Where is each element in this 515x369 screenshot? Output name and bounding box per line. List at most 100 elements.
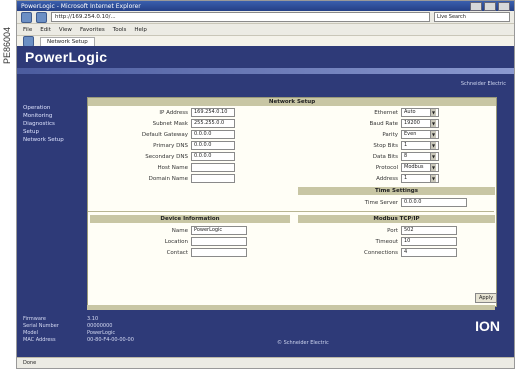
field-label: Ethernet bbox=[374, 109, 398, 116]
field-row: Host Name bbox=[88, 163, 235, 172]
modbus-connections-field[interactable]: 4 bbox=[401, 248, 457, 257]
info-label: Model bbox=[23, 330, 39, 336]
brand-logo: PowerLogic bbox=[25, 49, 108, 65]
select-value: 1 bbox=[404, 175, 408, 181]
protocol-select[interactable]: Modbus ▼ bbox=[401, 163, 439, 172]
nav-item-operation[interactable]: Operation bbox=[23, 104, 83, 112]
search-input[interactable]: Live Search bbox=[434, 12, 510, 22]
chevron-down-icon: ▼ bbox=[430, 164, 436, 171]
close-button[interactable] bbox=[498, 1, 510, 11]
parity-select[interactable]: Even ▼ bbox=[401, 130, 439, 139]
panel-footer-strip bbox=[87, 305, 495, 310]
copyright-text: © Schneider Electric bbox=[277, 340, 329, 346]
maximize-button[interactable] bbox=[484, 1, 496, 11]
nav-item-network-setup[interactable]: Network Setup bbox=[23, 136, 83, 144]
settings-panel: Network Setup IP Address 169.254.0.10 Su… bbox=[87, 97, 497, 307]
menu-help[interactable]: Help bbox=[134, 27, 147, 33]
modbus-port-field[interactable]: 502 bbox=[401, 226, 457, 235]
field-label: Primary DNS bbox=[153, 142, 188, 149]
title-bar: PowerLogic - Microsoft Internet Explorer bbox=[17, 1, 514, 11]
divider bbox=[88, 211, 494, 212]
field-label: Domain Name bbox=[148, 175, 188, 182]
field-label: Baud Rate bbox=[369, 120, 398, 127]
menu-tools[interactable]: Tools bbox=[113, 27, 127, 33]
field-label: Host Name bbox=[157, 164, 189, 171]
nav-item-monitoring[interactable]: Monitoring bbox=[23, 112, 83, 120]
chevron-down-icon: ▼ bbox=[430, 131, 436, 138]
device-info-labels: Firmware Serial Number Model MAC Address bbox=[23, 316, 59, 344]
select-value: 1 bbox=[404, 142, 408, 148]
device-contact-field[interactable] bbox=[191, 248, 247, 257]
field-label: Secondary DNS bbox=[145, 153, 188, 160]
address-select[interactable]: 1 ▼ bbox=[401, 174, 439, 183]
field-row: Primary DNS 0.0.0.0 bbox=[88, 141, 235, 150]
menu-edit[interactable]: Edit bbox=[40, 27, 51, 33]
field-label: Stop Bits bbox=[373, 142, 398, 149]
field-row: Domain Name bbox=[88, 174, 235, 183]
baud-rate-select[interactable]: 19200 ▼ bbox=[401, 119, 439, 128]
domain-name-field[interactable] bbox=[191, 174, 235, 183]
field-label: Location bbox=[164, 238, 188, 245]
page-content: PowerLogic Schneider Electric Operation … bbox=[17, 46, 514, 358]
field-row: Parity Even ▼ bbox=[298, 130, 439, 139]
field-label: Default Gateway bbox=[141, 131, 188, 138]
field-label: Port bbox=[387, 227, 398, 234]
field-row: Connections 4 bbox=[298, 248, 457, 257]
field-label: Address bbox=[376, 175, 398, 182]
field-label: Protocol bbox=[375, 164, 398, 171]
device-location-field[interactable] bbox=[191, 237, 247, 246]
tab-network-setup[interactable]: Network Setup bbox=[40, 36, 95, 47]
info-value: 00000000 bbox=[87, 323, 113, 329]
field-row: Data Bits 8 ▼ bbox=[298, 152, 439, 161]
data-bits-select[interactable]: 8 ▼ bbox=[401, 152, 439, 161]
apply-button[interactable]: Apply bbox=[475, 293, 497, 303]
field-row: IP Address 169.254.0.10 bbox=[88, 108, 235, 117]
device-info-values: 3.10 00000000 PowerLogic 00-80-F4-00-00-… bbox=[87, 316, 134, 344]
field-row: Stop Bits 1 ▼ bbox=[298, 141, 439, 150]
field-label: Name bbox=[171, 227, 188, 234]
address-field[interactable]: http://169.254.0.10/... bbox=[51, 12, 430, 22]
chevron-down-icon: ▼ bbox=[430, 175, 436, 182]
field-label: IP Address bbox=[159, 109, 188, 116]
forward-icon[interactable] bbox=[36, 11, 47, 23]
host-name-field[interactable] bbox=[191, 163, 235, 172]
info-value: 3.10 bbox=[87, 316, 99, 322]
select-value: Auto bbox=[404, 109, 416, 115]
status-bar: Done bbox=[17, 357, 514, 368]
field-label: Time Server bbox=[364, 199, 398, 206]
field-row: Address 1 ▼ bbox=[298, 174, 439, 183]
field-label: Contact bbox=[166, 249, 188, 256]
subnet-mask-field[interactable]: 255.255.0.0 bbox=[191, 119, 235, 128]
field-row: Time Server 0.0.0.0 bbox=[298, 198, 467, 207]
time-server-field[interactable]: 0.0.0.0 bbox=[401, 198, 467, 207]
section-time-settings: Time Settings bbox=[298, 187, 495, 195]
select-value: Even bbox=[404, 131, 417, 137]
back-icon[interactable] bbox=[21, 11, 32, 23]
field-row: Baud Rate 19200 ▼ bbox=[298, 119, 439, 128]
ip-address-field[interactable]: 169.254.0.10 bbox=[191, 108, 235, 117]
section-modbus: Modbus TCP/IP bbox=[298, 215, 495, 223]
select-value: 19200 bbox=[404, 120, 420, 126]
menu-file[interactable]: File bbox=[23, 27, 32, 33]
window-title: PowerLogic - Microsoft Internet Explorer bbox=[21, 2, 141, 10]
nav-item-diagnostics[interactable]: Diagnostics bbox=[23, 120, 83, 128]
gateway-field[interactable]: 0.0.0.0 bbox=[191, 130, 235, 139]
info-value: 00-80-F4-00-00-00 bbox=[87, 337, 134, 343]
figure-id-label: PE86004 bbox=[2, 26, 12, 64]
stop-bits-select[interactable]: 1 ▼ bbox=[401, 141, 439, 150]
secondary-dns-field[interactable]: 0.0.0.0 bbox=[191, 152, 235, 161]
modbus-timeout-field[interactable]: 10 bbox=[401, 237, 457, 246]
field-label: Timeout bbox=[375, 238, 398, 245]
menu-favorites[interactable]: Favorites bbox=[80, 27, 105, 33]
menu-view[interactable]: View bbox=[59, 27, 72, 33]
ethernet-select[interactable]: Auto ▼ bbox=[401, 108, 439, 117]
primary-dns-field[interactable]: 0.0.0.0 bbox=[191, 141, 235, 150]
device-name-field[interactable]: PowerLogic bbox=[191, 226, 247, 235]
nav-item-setup[interactable]: Setup bbox=[23, 128, 83, 136]
field-row: Port 502 bbox=[298, 226, 457, 235]
section-device-information: Device Information bbox=[90, 215, 290, 223]
minimize-button[interactable] bbox=[470, 1, 482, 11]
header-info: Schneider Electric bbox=[460, 81, 506, 87]
select-value: 8 bbox=[404, 153, 408, 159]
info-value: PowerLogic bbox=[87, 330, 116, 336]
